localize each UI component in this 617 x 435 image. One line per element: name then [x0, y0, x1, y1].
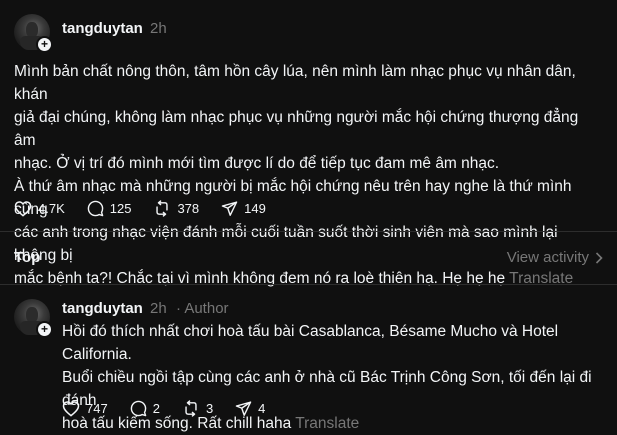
view-activity-link[interactable]: View activity [507, 249, 603, 266]
post-comment-count: 125 [109, 201, 132, 216]
reply-username[interactable]: tangduytan [62, 300, 143, 317]
reply-time: 2h [150, 300, 167, 317]
send-icon [235, 401, 252, 416]
divider-bottom [0, 284, 617, 285]
post-share-button[interactable]: 149 [221, 200, 266, 217]
chevron-right-icon [595, 251, 603, 264]
follow-plus-icon[interactable]: + [36, 321, 53, 338]
reply-like-count: 747 [86, 401, 108, 416]
post-avatar[interactable]: + [14, 14, 53, 53]
post-body-text: Mình bản chất nông thôn, tâm hồn cây lúa… [14, 63, 579, 287]
heart-icon [14, 201, 32, 217]
post-actions: 4.7K 125 378 149 [14, 200, 266, 217]
repost-icon [185, 400, 197, 417]
post-time: 2h [150, 20, 167, 37]
divider-top [0, 231, 617, 232]
reply-translate-link[interactable]: Translate [295, 415, 359, 432]
post-repost-button[interactable]: 378 [153, 200, 199, 217]
send-icon [221, 201, 238, 216]
sort-top-button[interactable]: Top [14, 249, 40, 266]
reply-comment-button[interactable]: 2 [130, 400, 160, 417]
post-comment-button[interactable]: 125 [87, 200, 132, 217]
post-repost-count: 378 [177, 201, 200, 216]
follow-plus-icon[interactable]: + [36, 36, 53, 53]
reply-share-count: 4 [258, 401, 266, 416]
view-activity-label: View activity [506, 249, 589, 266]
reply-repost-count: 3 [205, 401, 214, 416]
post-like-button[interactable]: 4.7K [14, 200, 65, 217]
reply-avatar[interactable]: + [14, 299, 53, 338]
post-username[interactable]: tangduytan [62, 20, 143, 37]
reply-repost-button[interactable]: 3 [182, 400, 213, 417]
reply-body: Hồi đó thích nhất chơi hoà tấu bài Casab… [62, 320, 612, 435]
comment-icon [130, 400, 146, 417]
repost-icon [156, 200, 169, 217]
reply-share-button[interactable]: 4 [235, 400, 265, 417]
heart-icon [62, 401, 80, 417]
post-like-count: 4.7K [38, 201, 65, 216]
reply-actions: 747 2 3 4 [62, 400, 265, 417]
reply-like-button[interactable]: 747 [62, 400, 108, 417]
comment-icon [87, 200, 104, 217]
post-share-count: 149 [244, 201, 266, 216]
reply-author-badge: · Author [176, 300, 229, 317]
reply-comment-count: 2 [152, 401, 160, 416]
